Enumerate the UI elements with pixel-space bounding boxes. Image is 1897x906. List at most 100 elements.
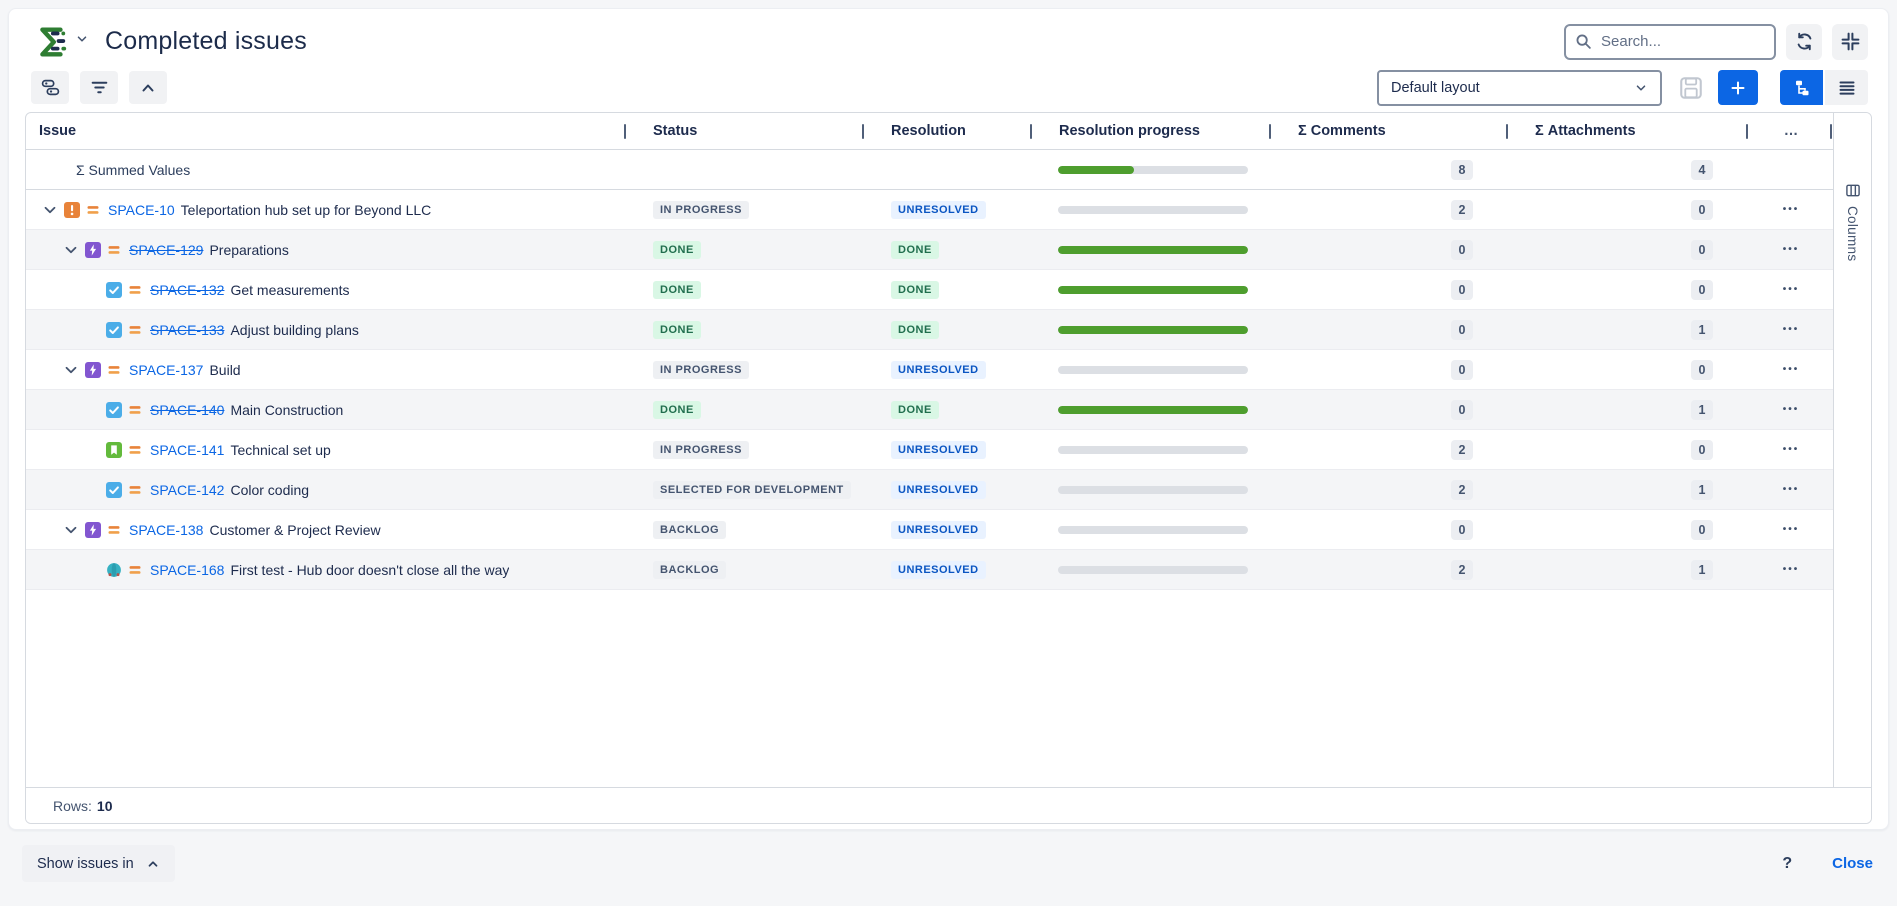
row-actions-icon[interactable]	[1783, 524, 1800, 535]
refresh-icon	[1795, 32, 1814, 51]
issue-row[interactable]: SPACE-10 Teleportation hub set up for Be…	[26, 190, 1833, 230]
attachments-count: 0	[1691, 360, 1713, 380]
indent-spacer	[38, 369, 63, 370]
list-view-icon	[1838, 79, 1856, 97]
resolution-progress-bar	[1058, 406, 1248, 414]
help-button[interactable]: ?	[1782, 855, 1792, 873]
resolution-badge: DONE	[891, 401, 939, 419]
summed-values-label: Σ Summed Values	[26, 162, 190, 178]
resolution-badge: UNRESOLVED	[891, 561, 986, 579]
issue-row[interactable]: SPACE-132 Get measurements DONE DONE 0 0	[26, 270, 1833, 310]
row-actions-icon[interactable]	[1783, 284, 1800, 295]
columns-side-tab[interactable]: Columns	[1845, 183, 1860, 261]
column-header-sum-attachments[interactable]: Σ Attachments	[1509, 113, 1749, 149]
row-actions-icon[interactable]	[1783, 404, 1800, 415]
expand-chevron-icon[interactable]	[63, 522, 79, 538]
row-actions-icon[interactable]	[1783, 324, 1800, 335]
comments-count: 0	[1451, 520, 1473, 540]
attachments-count: 1	[1691, 560, 1713, 580]
issue-key-link[interactable]: SPACE-168	[150, 562, 224, 578]
tree-view-button[interactable]	[1780, 70, 1823, 105]
issue-key-link[interactable]: SPACE-129	[129, 242, 203, 258]
indent-spacer	[38, 289, 84, 290]
group-button[interactable]	[31, 71, 69, 104]
status-badge: DONE	[653, 281, 701, 299]
bolt-issue-type-icon	[85, 362, 101, 378]
issue-row[interactable]: SPACE-133 Adjust building plans DONE DON…	[26, 310, 1833, 350]
resolution-progress-bar	[1058, 486, 1248, 494]
list-view-button[interactable]	[1825, 70, 1868, 105]
column-header-resolution-progress[interactable]: Resolution progress	[1033, 113, 1272, 149]
add-button[interactable]	[1718, 70, 1758, 105]
show-issues-in-button[interactable]: Show issues in	[22, 845, 175, 882]
expand-chevron-icon[interactable]	[42, 202, 58, 218]
row-actions-icon[interactable]	[1783, 244, 1800, 255]
issue-summary: Customer & Project Review	[209, 522, 380, 538]
issue-key-link[interactable]: SPACE-137	[129, 362, 203, 378]
issue-row[interactable]: SPACE-137 Build IN PROGRESS UNRESOLVED 0…	[26, 350, 1833, 390]
row-actions-icon[interactable]	[1783, 564, 1800, 575]
column-header-sum-comments[interactable]: Σ Comments	[1272, 113, 1509, 149]
issue-key-link[interactable]: SPACE-138	[129, 522, 203, 538]
side-strip: Columns	[1833, 113, 1871, 787]
expand-chevron-icon[interactable]	[63, 362, 79, 378]
panel-header: Completed issues	[9, 9, 1888, 67]
comments-count: 0	[1451, 320, 1473, 340]
issue-row[interactable]: SPACE-141 Technical set up IN PROGRESS U…	[26, 430, 1833, 470]
indent-spacer	[38, 489, 84, 490]
issue-key-link[interactable]: SPACE-140	[150, 402, 224, 418]
toolbar: Default layout	[9, 67, 1888, 112]
table-body: SPACE-10 Teleportation hub set up for Be…	[26, 190, 1833, 590]
resolution-progress-bar	[1058, 526, 1248, 534]
issue-summary: Adjust building plans	[230, 322, 358, 338]
column-header-more[interactable]: …	[1749, 113, 1833, 149]
resolution-badge: UNRESOLVED	[891, 441, 986, 459]
structure-logo-icon[interactable]	[31, 23, 69, 61]
issue-key-link[interactable]: SPACE-142	[150, 482, 224, 498]
indent-spacer	[38, 329, 84, 330]
priority-medium-icon	[128, 563, 142, 577]
issue-row[interactable]: SPACE-138 Customer & Project Review BACK…	[26, 510, 1833, 550]
comments-count: 0	[1451, 280, 1473, 300]
plus-icon	[1730, 80, 1746, 96]
issue-summary: Color coding	[230, 482, 309, 498]
filter-button[interactable]	[80, 71, 118, 104]
expand-chevron-icon[interactable]	[63, 242, 79, 258]
close-button[interactable]: Close	[1832, 855, 1873, 872]
refresh-button[interactable]	[1786, 24, 1822, 60]
issue-row[interactable]: SPACE-168 First test - Hub door doesn't …	[26, 550, 1833, 590]
save-layout-button[interactable]	[1678, 75, 1704, 101]
collapse-all-button[interactable]	[129, 71, 167, 104]
comments-count: 2	[1451, 200, 1473, 220]
issue-key-link[interactable]: SPACE-141	[150, 442, 224, 458]
issue-row[interactable]: SPACE-140 Main Construction DONE DONE 0 …	[26, 390, 1833, 430]
issue-key-link[interactable]: SPACE-10	[108, 202, 175, 218]
search-input[interactable]	[1599, 32, 1765, 51]
priority-medium-icon	[128, 483, 142, 497]
row-actions-icon[interactable]	[1783, 484, 1800, 495]
issue-row[interactable]: SPACE-142 Color coding SELECTED FOR DEVE…	[26, 470, 1833, 510]
row-actions-icon[interactable]	[1783, 364, 1800, 375]
attachments-count: 1	[1691, 400, 1713, 420]
attachments-count: 1	[1691, 320, 1713, 340]
chevron-down-icon	[1634, 81, 1648, 95]
row-actions-icon[interactable]	[1783, 204, 1800, 215]
resolution-progress-bar	[1058, 326, 1248, 334]
status-badge: DONE	[653, 401, 701, 419]
column-header-issue[interactable]: Issue	[26, 113, 627, 149]
alert-issue-type-icon	[64, 202, 80, 218]
structure-picker-chevron-icon[interactable]	[75, 32, 89, 51]
column-header-status[interactable]: Status	[627, 113, 865, 149]
bolt-issue-type-icon	[85, 242, 101, 258]
indent-spacer	[38, 249, 63, 250]
search-box[interactable]	[1564, 24, 1776, 60]
column-header-resolution[interactable]: Resolution	[865, 113, 1033, 149]
layout-select[interactable]: Default layout	[1377, 70, 1662, 106]
issue-key-link[interactable]: SPACE-132	[150, 282, 224, 298]
save-icon	[1678, 75, 1704, 101]
issue-key-link[interactable]: SPACE-133	[150, 322, 224, 338]
minimize-button[interactable]	[1832, 24, 1868, 60]
issue-row[interactable]: SPACE-129 Preparations DONE DONE 0 0	[26, 230, 1833, 270]
check-issue-type-icon	[106, 482, 122, 498]
row-actions-icon[interactable]	[1783, 444, 1800, 455]
